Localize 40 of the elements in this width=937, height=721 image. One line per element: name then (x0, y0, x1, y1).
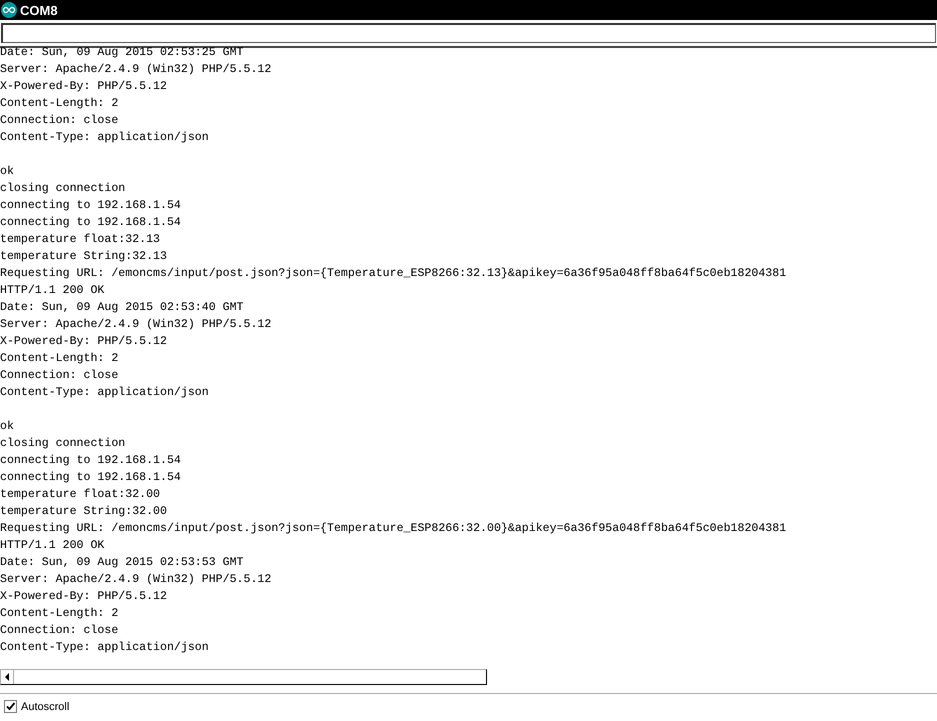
output-line: connecting to 192.168.1.54 (0, 470, 181, 486)
output-line: Date: Sun, 09 Aug 2015 02:53:53 GMT (0, 555, 244, 571)
output-line: HTTP/1.1 200 OK (0, 283, 104, 299)
output-line: temperature String:32.00 (0, 504, 167, 520)
output-line: ok (0, 164, 14, 180)
output-line: connecting to 192.168.1.54 (0, 215, 181, 231)
output-line: Content-Length: 2 (0, 96, 118, 112)
output-line: Server: Apache/2.4.9 (Win32) PHP/5.5.12 (0, 62, 272, 78)
output-line: Connection: close (0, 113, 118, 129)
output-line: Connection: close (0, 623, 118, 639)
output-line: Server: Apache/2.4.9 (Win32) PHP/5.5.12 (0, 572, 272, 588)
output-line: Content-Length: 2 (0, 606, 118, 622)
output-line: temperature float:32.00 (0, 487, 160, 503)
output-line: X-Powered-By: PHP/5.5.12 (0, 589, 167, 605)
output-line: Content-Type: application/json (0, 385, 209, 401)
output-line: Server: Apache/2.4.9 (Win32) PHP/5.5.12 (0, 317, 272, 333)
output-line: Date: Sun, 09 Aug 2015 02:53:25 GMT (0, 45, 244, 61)
output-line: Date: Sun, 09 Aug 2015 02:53:40 GMT (0, 300, 244, 316)
output-line: Requesting URL: /emoncms/input/post.json?json={Temperature_ESP8266:32.00}&apikey=6a36f95a048ff8ba64f5c0eb18204381 (0, 521, 786, 537)
output-line: closing connection (0, 436, 126, 452)
output-line: X-Powered-By: PHP/5.5.12 (0, 79, 167, 95)
checkbox[interactable] (4, 700, 17, 713)
output-line: temperature float:32.13 (0, 232, 160, 248)
input-field[interactable] (1, 23, 936, 43)
output-line: Content-Length: 2 (0, 351, 118, 367)
output-line: Connection: close (0, 368, 118, 384)
output-line: HTTP/1.1 200 OK (0, 538, 104, 554)
output-line: connecting to 192.168.1.54 (0, 198, 181, 214)
output-line: Content-Type: application/json (0, 130, 209, 146)
output-line: Requesting URL: /emoncms/input/post.json?json={Temperature_ESP8266:32.13}&apikey=6a36f95a048ff8ba64f5c0eb18204381 (0, 266, 786, 282)
output-line: closing connection (0, 181, 126, 197)
infinity-logo-icon (1, 2, 17, 18)
output-line: connecting to 192.168.1.54 (0, 453, 181, 469)
horizontal-scrollbar[interactable] (0, 669, 487, 685)
output-line: X-Powered-By: PHP/5.5.12 (0, 334, 167, 350)
output-line: Content-Type: application/json (0, 640, 209, 656)
output-line: temperature String:32.13 (0, 249, 167, 265)
output-line: ok (0, 419, 14, 435)
window-title: COM8 (20, 2, 58, 18)
checkbox-label: Autoscroll (21, 700, 70, 712)
